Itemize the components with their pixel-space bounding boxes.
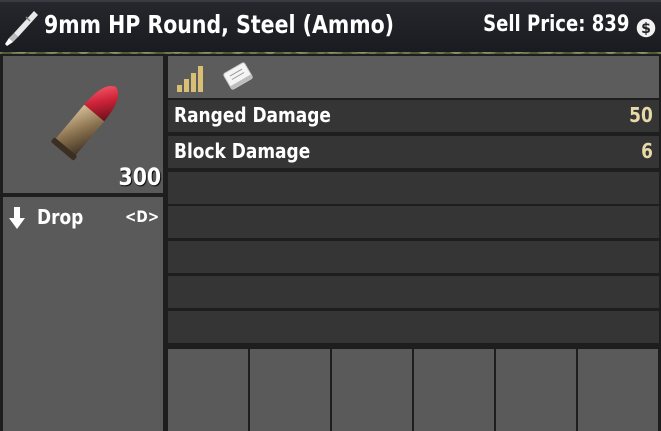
stat-row-block-damage: Block Damage 6: [168, 136, 659, 168]
stat-label: Ranged Damage: [174, 103, 331, 127]
dollar-coin-icon: $: [635, 17, 657, 39]
stat-label: Block Damage: [174, 139, 311, 163]
mod-slot[interactable]: [578, 349, 658, 431]
drop-hotkey: <D>: [124, 207, 159, 226]
stat-value: 50: [629, 103, 653, 127]
sell-price: Sell Price: 839: [482, 12, 629, 37]
item-count: 300: [118, 163, 161, 191]
bullet-crafting-icon: [5, 11, 38, 46]
mod-slot[interactable]: [496, 349, 576, 431]
item-info-window: 9mm HP Round, Steel (Ammo) Sell Price: 8…: [0, 0, 661, 431]
book-icon[interactable]: [220, 61, 256, 91]
action-list: Drop <D>: [3, 197, 163, 431]
stat-row-empty: [168, 206, 659, 238]
mod-slot[interactable]: [168, 349, 248, 431]
pistol-bullet-icon: [51, 86, 119, 161]
arrow-down-icon: [9, 207, 25, 229]
drop-label: Drop: [37, 205, 84, 229]
stat-row-empty: [168, 172, 659, 204]
stat-row-empty: [168, 241, 659, 273]
mod-slot[interactable]: [332, 349, 412, 431]
stat-row-empty: [168, 311, 659, 343]
item-icons-row: [168, 56, 659, 98]
svg-text:$: $: [641, 21, 651, 37]
signal-bars-icon[interactable]: [176, 61, 208, 93]
mod-slot[interactable]: [414, 349, 494, 431]
title-bar: 9mm HP Round, Steel (Ammo) Sell Price: 8…: [0, 0, 661, 52]
item-title: 9mm HP Round, Steel (Ammo): [44, 10, 395, 39]
item-icon-slot: 300: [3, 56, 163, 193]
stat-value: 6: [641, 139, 653, 163]
stats-panel: Ranged Damage 50 Block Damage 6: [165, 54, 661, 431]
stat-row-empty: [168, 276, 659, 308]
stat-row-ranged-damage: Ranged Damage 50: [168, 100, 659, 132]
mod-slot[interactable]: [250, 349, 330, 431]
left-panel: 300 Drop <D>: [0, 54, 165, 431]
drop-action-button[interactable]: Drop <D>: [3, 197, 163, 233]
